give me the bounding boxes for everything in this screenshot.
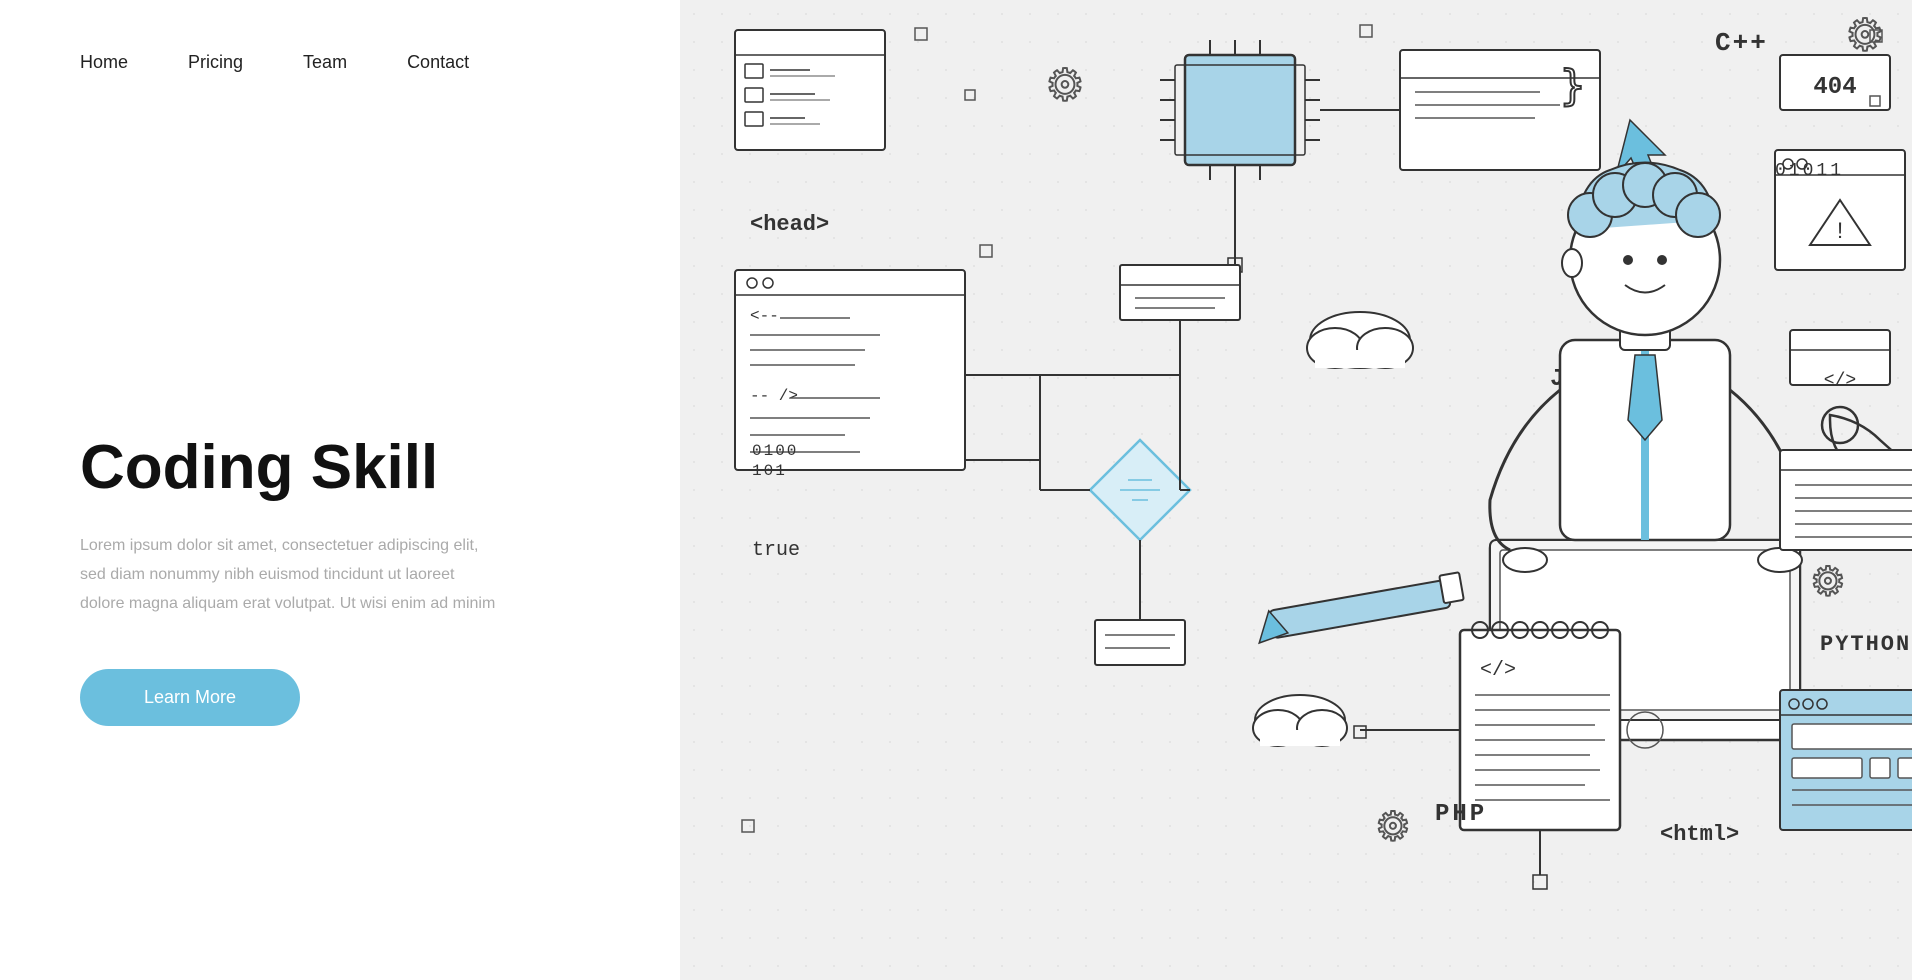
svg-text:<html>: <html> [1660,822,1739,847]
svg-text:C++: C++ [1715,28,1768,58]
svg-text:PHP: PHP [1435,801,1487,828]
learn-more-button[interactable]: Learn More [80,669,300,726]
svg-text:⚙: ⚙ [1045,61,1084,110]
svg-text:404: 404 [1813,74,1856,101]
svg-text:01011: 01011 [1775,161,1844,181]
svg-text:</>: </> [1480,659,1516,682]
nav-team[interactable]: Team [303,52,347,73]
svg-text:⚙: ⚙ [1375,805,1411,849]
svg-text:0100: 0100 [752,442,798,460]
svg-text:-- />: -- /> [750,387,798,405]
navigation: Home Pricing Team Contact [80,52,469,73]
coding-illustration: ⚙ C++ } [680,0,1912,980]
svg-text:true: true [752,539,800,562]
hero-content: Coding Skill Lorem ipsum dolor sit amet,… [80,374,600,726]
svg-text:⚙: ⚙ [1845,11,1884,60]
hero-title: Coding Skill [80,434,600,502]
left-panel: Home Pricing Team Contact Coding Skill L… [0,0,680,980]
nav-pricing[interactable]: Pricing [188,52,243,73]
nav-contact[interactable]: Contact [407,52,469,73]
right-panel: ⚙ C++ } [680,0,1912,980]
svg-text:101: 101 [752,462,787,480]
svg-text:</>: </> [1824,371,1856,391]
svg-text:⚙: ⚙ [1810,560,1846,604]
svg-text:PYTHON: PYTHON [1820,632,1911,657]
svg-text:<--: <-- [750,307,779,325]
nav-home[interactable]: Home [80,52,128,73]
svg-text:<head>: <head> [750,212,829,237]
hero-description: Lorem ipsum dolor sit amet, consectetuer… [80,532,500,618]
svg-text:}: } [1560,61,1585,110]
svg-text:!: ! [1837,218,1843,243]
